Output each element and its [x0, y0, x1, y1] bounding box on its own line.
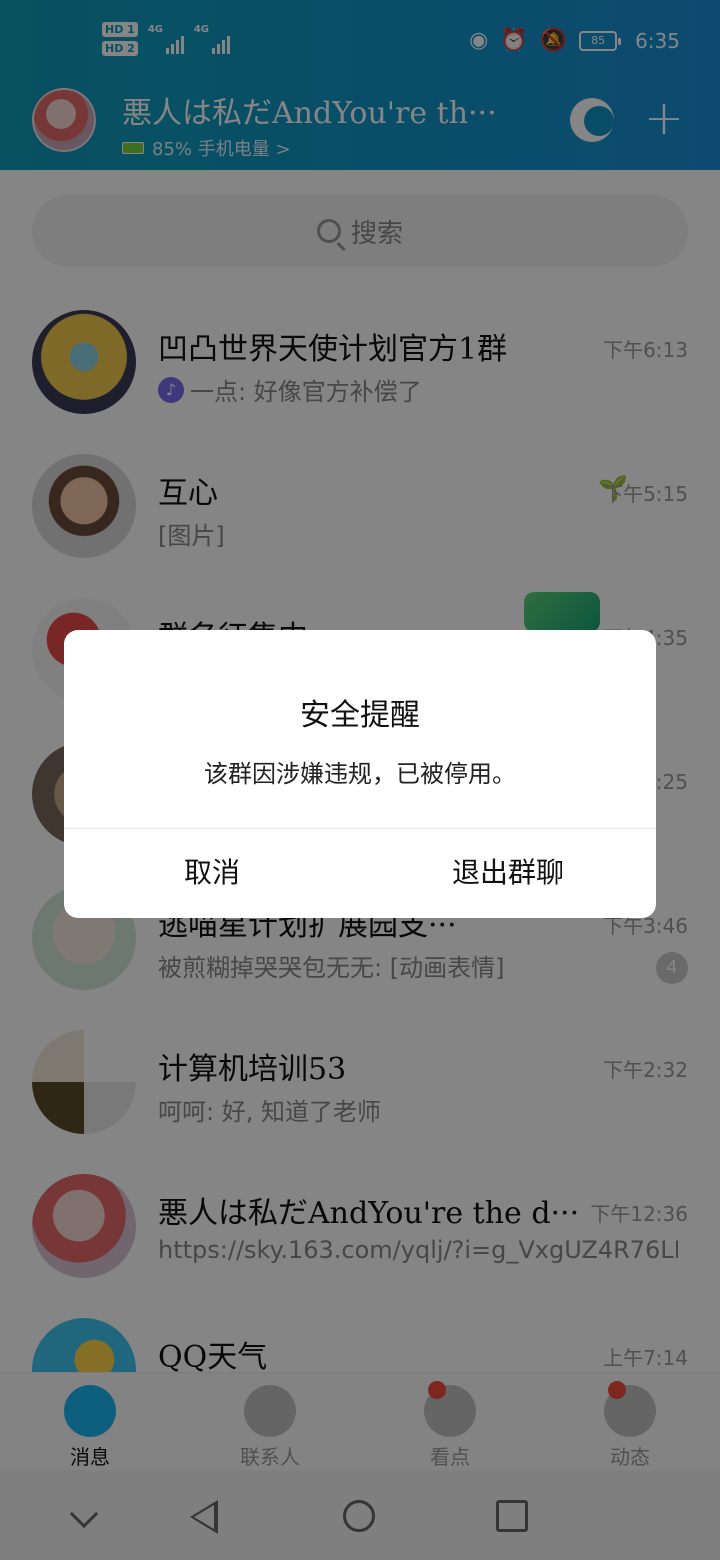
exit-group-button[interactable]: 退出群聊 — [360, 828, 656, 918]
security-alert-dialog: 安全提醒 该群因涉嫌违规，已被停用。 取消 退出群聊 — [64, 630, 656, 918]
dialog-title: 安全提醒 — [300, 698, 420, 733]
dialog-message: 该群因涉嫌违规，已被停用。 — [204, 760, 516, 788]
cancel-button[interactable]: 取消 — [64, 828, 360, 918]
